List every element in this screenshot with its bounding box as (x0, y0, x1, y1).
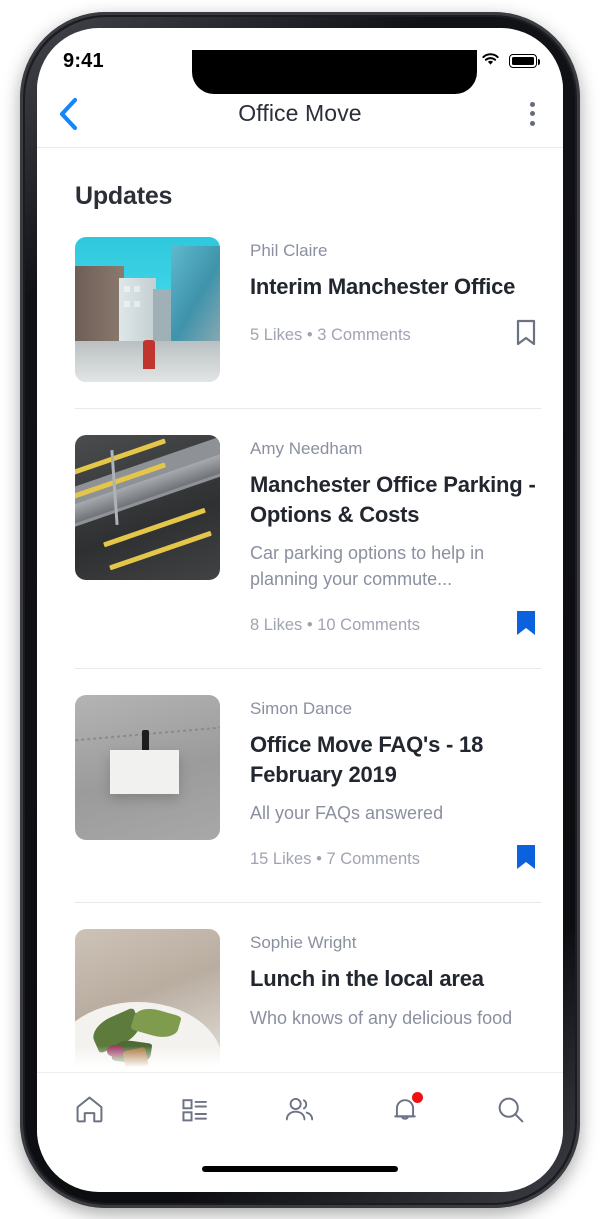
post-title: Lunch in the local area (250, 966, 484, 992)
nav-dashboard[interactable] (162, 1084, 228, 1136)
post-author: Simon Dance (250, 699, 353, 719)
post-thumbnail (75, 237, 220, 382)
post-meta-row: 15 Likes • 7 Comments (250, 843, 541, 876)
page-title: Office Move (238, 100, 362, 126)
home-icon (76, 1096, 103, 1123)
home-indicator (202, 1166, 398, 1172)
post-meta-row: 8 Likes • 10 Comments (250, 609, 541, 642)
chevron-left-icon (59, 97, 78, 130)
bookmark-outline-icon (516, 319, 536, 345)
search-icon (498, 1097, 524, 1123)
updates-feed[interactable]: Updates Phil Claire Interim Manchester O… (37, 148, 563, 1072)
post-body: Sophie Wright Lunch in the local area Wh… (220, 929, 541, 1072)
screenshot-root: 9:41 Office Move Updates Phil Claire Int… (0, 0, 600, 1219)
more-vertical-icon-dot (529, 111, 535, 116)
post-title: Office Move FAQ's - 18 February 2019 (250, 732, 484, 787)
post-excerpt: Car parking options to help in planning … (250, 542, 485, 589)
bookmark-button[interactable] (515, 319, 541, 352)
more-vertical-icon-dot (529, 120, 535, 126)
back-button[interactable] (37, 97, 99, 131)
post-meta-row: 5 Likes • 3 Comments (250, 319, 541, 352)
list-item[interactable]: Phil Claire Interim Manchester Office 5 … (37, 211, 563, 382)
nav-people[interactable] (267, 1084, 333, 1136)
bottom-navigation (37, 1072, 563, 1146)
post-author: Amy Needham (250, 439, 363, 458)
list-item[interactable]: Amy Needham Manchester Office Parking - … (37, 409, 563, 642)
post-thumbnail (75, 929, 220, 1072)
post-title: Manchester Office Parking - Options & Co… (250, 472, 536, 527)
phone-screen: 9:41 Office Move Updates Phil Claire Int… (37, 28, 563, 1192)
post-body: Amy Needham Manchester Office Parking - … (220, 435, 541, 642)
post-stats: 15 Likes • 7 Comments (250, 850, 420, 869)
post-body: Simon Dance Office Move FAQ's - 18 Febru… (220, 695, 541, 876)
notification-badge (412, 1091, 424, 1103)
bookmark-filled-icon (517, 611, 535, 636)
list-item[interactable]: Simon Dance Office Move FAQ's - 18 Febru… (37, 669, 563, 876)
post-stats: 5 Likes • 3 Comments (250, 325, 411, 344)
list-item[interactable]: Sophie Wright Lunch in the local area Wh… (37, 903, 563, 1072)
dashboard-list-icon (182, 1098, 207, 1121)
post-thumbnail (75, 695, 220, 841)
battery-full-icon (509, 54, 540, 68)
status-clock: 9:41 (63, 49, 104, 72)
people-icon (286, 1098, 314, 1121)
post-stats: 8 Likes • 10 Comments (250, 616, 420, 635)
display-notch (192, 50, 477, 94)
post-excerpt: All your FAQs answered (250, 802, 444, 823)
post-author: Phil Claire (250, 241, 328, 260)
bookmark-filled-icon (517, 845, 535, 870)
wifi-icon (481, 52, 500, 71)
post-thumbnail (75, 435, 220, 580)
nav-home[interactable] (57, 1084, 123, 1136)
post-excerpt: Who knows of any delicious food (250, 1007, 513, 1028)
bookmark-button[interactable] (515, 609, 541, 642)
section-heading: Updates (75, 182, 173, 210)
post-title: Interim Manchester Office (250, 274, 516, 300)
post-body: Phil Claire Interim Manchester Office 5 … (220, 237, 541, 382)
post-author: Sophie Wright (250, 933, 357, 953)
nav-search[interactable] (477, 1084, 543, 1136)
nav-notifications[interactable] (372, 1084, 438, 1136)
more-vertical-icon-dot (529, 101, 535, 107)
more-options-button[interactable] (501, 101, 563, 126)
bookmark-button[interactable] (515, 843, 541, 876)
